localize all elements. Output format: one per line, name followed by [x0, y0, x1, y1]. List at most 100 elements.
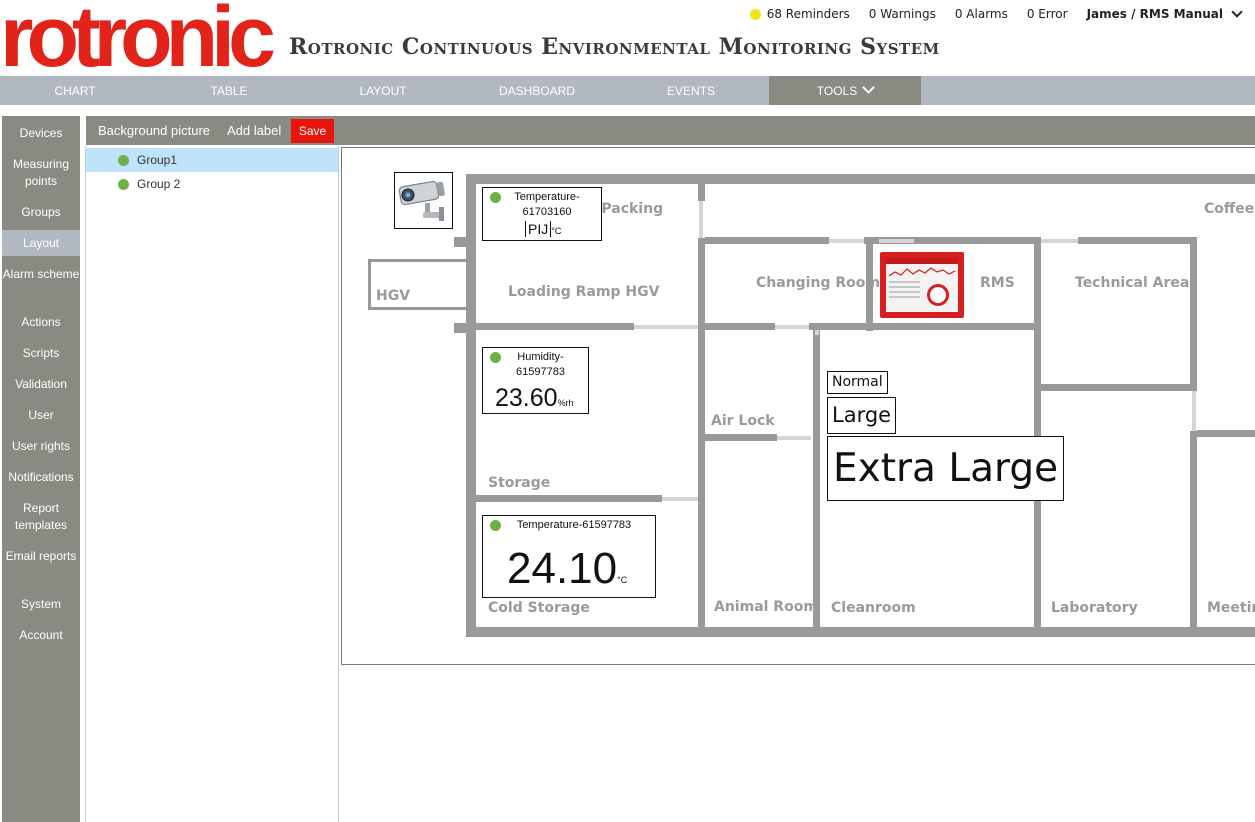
sensor-name: Humidity-61597783	[516, 351, 565, 378]
wall	[368, 259, 371, 310]
label-extra-large[interactable]: Extra Large	[827, 436, 1065, 501]
reminder-dot-icon	[749, 8, 761, 20]
label-normal[interactable]: Normal	[827, 371, 888, 394]
sidebar-item-user-rights[interactable]: User rights	[2, 438, 80, 455]
room-label-meeting: Meetin	[1207, 600, 1255, 616]
sensor-name: Temperature-61597783	[516, 519, 632, 531]
room-label-cleanroom: Cleanroom	[831, 600, 916, 616]
rms-screen-icon	[886, 258, 958, 312]
sidebar-item-scripts[interactable]: Scripts	[2, 345, 80, 362]
wall	[914, 237, 1038, 244]
rotronic-logo: rotronic	[0, 0, 276, 74]
group-item-group1[interactable]: Group1	[86, 148, 338, 172]
wall	[705, 237, 829, 244]
door	[777, 436, 811, 440]
sidebar-item-groups[interactable]: Groups	[2, 204, 80, 221]
reminders-indicator[interactable]: 68 Reminders	[749, 7, 850, 21]
sidebar-item-notifications[interactable]: Notifications	[2, 469, 80, 486]
sidebar-item-system[interactable]: System	[2, 596, 80, 613]
door	[699, 201, 703, 238]
wall	[705, 434, 777, 441]
sensor-value: PIJ	[525, 221, 552, 237]
sidebar-item-validation[interactable]: Validation	[2, 376, 80, 393]
sidebar-item-email-reports[interactable]: Email reports	[2, 548, 80, 565]
sensor-value: 23.60	[495, 384, 558, 412]
tab-dashboard[interactable]: DASHBOARD	[462, 76, 612, 105]
sensor-value: 24.10	[507, 544, 618, 593]
wall	[1034, 237, 1041, 627]
warnings-count[interactable]: 0 Warnings	[869, 7, 936, 21]
status-dot-icon	[118, 154, 129, 166]
wall	[1041, 384, 1197, 391]
door	[815, 330, 819, 335]
sidebar-item-devices[interactable]: Devices	[2, 125, 80, 142]
tab-tools-label: TOOLS	[816, 84, 858, 98]
sidebar-item-measuring-points[interactable]: Measuring points	[2, 156, 80, 190]
wall	[466, 323, 634, 330]
door	[662, 497, 698, 501]
sensor-unit: °C	[551, 226, 562, 236]
tab-chart[interactable]: CHART	[0, 76, 150, 105]
groups-panel: Group1 Group 2	[85, 146, 339, 822]
wall	[466, 495, 662, 502]
errors-count[interactable]: 0 Error	[1027, 7, 1068, 21]
group-label: Group1	[137, 153, 178, 167]
door	[1038, 239, 1078, 243]
sidebar-item-report-templates[interactable]: Report templates	[2, 500, 80, 534]
sensor-unit: °C	[617, 575, 628, 585]
wall	[368, 259, 474, 262]
wall	[454, 237, 476, 247]
room-label-coffee: Coffee C	[1204, 201, 1255, 217]
wall	[466, 627, 1255, 637]
sensor-reading: PIJ °C	[525, 221, 561, 239]
sidebar-item-user[interactable]: User	[2, 407, 80, 424]
door	[1192, 391, 1196, 431]
sensor-reading: 23.60%rh	[495, 384, 574, 417]
sidebar-item-alarm-scheme[interactable]: Alarm scheme	[2, 266, 80, 283]
status-dot-icon	[118, 178, 129, 190]
sensor-widget-temperature-61703160[interactable]: Temperature-61703160 PIJ °C	[482, 187, 602, 241]
rms-display-widget[interactable]	[880, 252, 964, 318]
sidebar-item-actions[interactable]: Actions	[2, 314, 80, 331]
tab-tools[interactable]: TOOLS	[769, 76, 921, 105]
chevron-down-icon	[862, 81, 876, 94]
alarms-count[interactable]: 0 Alarms	[955, 7, 1008, 21]
chevron-down-icon	[1231, 6, 1243, 18]
tab-table[interactable]: TABLE	[154, 76, 304, 105]
room-label-loading-ramp: Loading Ramp HGV	[508, 284, 660, 300]
wall	[368, 307, 474, 310]
user-menu[interactable]: James / RMS Manual	[1086, 6, 1243, 21]
wall	[698, 184, 705, 201]
wall	[1197, 430, 1255, 437]
door	[775, 325, 809, 329]
group-item-group2[interactable]: Group 2	[86, 172, 338, 196]
door	[634, 325, 698, 329]
wall	[1190, 431, 1197, 627]
room-label-air-lock: Air Lock	[711, 413, 775, 429]
sensor-reading: 24.10°C	[507, 544, 627, 605]
app-title: Rotronic Continuous Environmental Monito…	[289, 34, 940, 60]
sensor-widget-humidity-61597783[interactable]: Humidity-61597783 23.60%rh	[482, 347, 589, 414]
camera-widget[interactable]	[394, 172, 453, 229]
security-camera-icon	[398, 180, 445, 221]
sensor-widget-temperature-61597783[interactable]: Temperature-61597783 24.10°C	[482, 515, 656, 598]
tab-layout[interactable]: LAYOUT	[308, 76, 458, 105]
group-label: Group 2	[137, 177, 181, 191]
save-button[interactable]: Save	[291, 119, 334, 143]
user-name: James / RMS Manual	[1086, 7, 1223, 21]
layout-toolbar: Background picture Add label Save	[86, 116, 1255, 145]
add-label-button[interactable]: Add label	[227, 116, 281, 145]
layout-canvas[interactable]: n)Packing Coffee C HGV Loading Ramp HGV …	[341, 147, 1255, 665]
room-label-laboratory: Laboratory	[1051, 600, 1138, 616]
background-picture-button[interactable]: Background picture	[98, 116, 210, 145]
sidebar-item-layout[interactable]: Layout	[2, 230, 80, 256]
wall	[809, 323, 1034, 330]
label-large[interactable]: Large	[827, 397, 897, 434]
tab-events[interactable]: EVENTS	[616, 76, 766, 105]
settings-sidebar: Devices Measuring points Groups Layout A…	[2, 116, 80, 822]
wall	[1190, 237, 1197, 391]
wall	[471, 259, 474, 310]
sidebar-item-account[interactable]: Account	[2, 627, 80, 644]
sensor-name: Temperature-61703160	[514, 191, 580, 218]
wall	[813, 330, 820, 627]
